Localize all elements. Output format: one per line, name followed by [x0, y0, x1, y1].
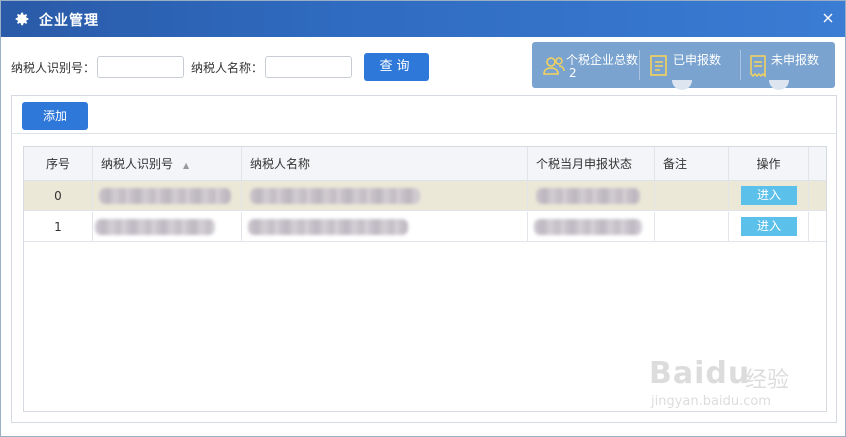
table-row[interactable]: 1 进入 — [24, 212, 826, 242]
cell-taxpayer-name — [242, 212, 528, 242]
cell-note — [655, 181, 729, 211]
stat-declared-label: 已申报数 — [673, 53, 722, 67]
dialog-title: 企业管理 — [39, 13, 99, 29]
cell-status — [528, 181, 655, 211]
redacted-taxpayer-name — [248, 219, 408, 235]
document-icon — [650, 55, 667, 76]
watermark-brand: Baidu — [649, 356, 751, 391]
column-header-taxpayer-id[interactable]: 纳税人识别号 ▲ — [93, 147, 242, 181]
stat-total-value: 2 — [569, 66, 577, 80]
gear-icon — [15, 12, 29, 26]
enter-button[interactable]: 进入 — [741, 217, 797, 236]
cell-note — [655, 212, 729, 242]
sort-asc-icon[interactable]: ▲ — [183, 161, 189, 170]
stat-total[interactable]: 个税企业总数 2 — [532, 42, 638, 88]
stat-declared[interactable]: 已申报数 — [640, 42, 738, 90]
cell-action: 进入 — [729, 181, 809, 211]
stat-undeclared-label: 未申报数 — [771, 53, 820, 67]
taxpayer-name-input[interactable] — [265, 56, 352, 78]
toolbar: 添加 — [12, 96, 836, 134]
cell-index: 1 — [24, 212, 93, 242]
taxpayer-id-label: 纳税人识别号： — [11, 61, 96, 75]
redacted-status — [536, 188, 640, 204]
redacted-taxpayer-id — [95, 219, 215, 235]
cell-taxpayer-name — [242, 181, 528, 211]
cell-action: 进入 — [729, 212, 809, 242]
cell-status — [528, 212, 655, 242]
redacted-status — [534, 219, 642, 235]
table-row[interactable]: 0 进入 — [24, 181, 826, 211]
column-header-status[interactable]: 个税当月申报状态 — [528, 147, 655, 181]
enterprise-management-dialog: 企业管理 纳税人识别号： 纳税人名称： 查询 个税企业总数 2 已申报数 未申报… — [0, 0, 846, 437]
column-header-index[interactable]: 序号 — [24, 147, 93, 181]
watermark-brand-cn: 经验 — [745, 368, 790, 393]
query-button[interactable]: 查询 — [364, 53, 429, 81]
column-header-note[interactable]: 备注 — [655, 147, 729, 181]
baidu-watermark: Baidu 经验 jingyan.baidu.com — [649, 348, 809, 418]
stat-undeclared[interactable]: 未申报数 — [741, 42, 835, 90]
table-header: 序号 纳税人识别号 ▲ 纳税人名称 个税当月申报状态 备注 操作 — [24, 147, 826, 181]
stats-panel: 个税企业总数 2 已申报数 未申报数 — [532, 42, 835, 90]
watermark-url: jingyan.baidu.com — [651, 394, 771, 409]
column-header-taxpayer-id-label: 纳税人识别号 — [101, 157, 174, 171]
title-bar: 企业管理 — [1, 1, 845, 37]
add-button[interactable]: 添加 — [22, 102, 88, 130]
users-icon — [543, 57, 565, 75]
cell-taxpayer-id — [93, 212, 242, 242]
column-header-action[interactable]: 操作 — [729, 147, 809, 181]
column-header-taxpayer-name[interactable]: 纳税人名称 — [242, 147, 528, 181]
enter-button[interactable]: 进入 — [741, 186, 797, 205]
receipt-icon — [750, 55, 766, 78]
close-icon[interactable] — [821, 11, 835, 25]
redacted-taxpayer-id — [99, 188, 231, 204]
cell-taxpayer-id — [93, 181, 242, 211]
cell-index: 0 — [24, 181, 93, 211]
stat-total-label: 个税企业总数 — [566, 53, 639, 67]
taxpayer-name-label: 纳税人名称： — [191, 61, 264, 75]
redacted-taxpayer-name — [250, 188, 420, 204]
taxpayer-id-input[interactable] — [97, 56, 184, 78]
